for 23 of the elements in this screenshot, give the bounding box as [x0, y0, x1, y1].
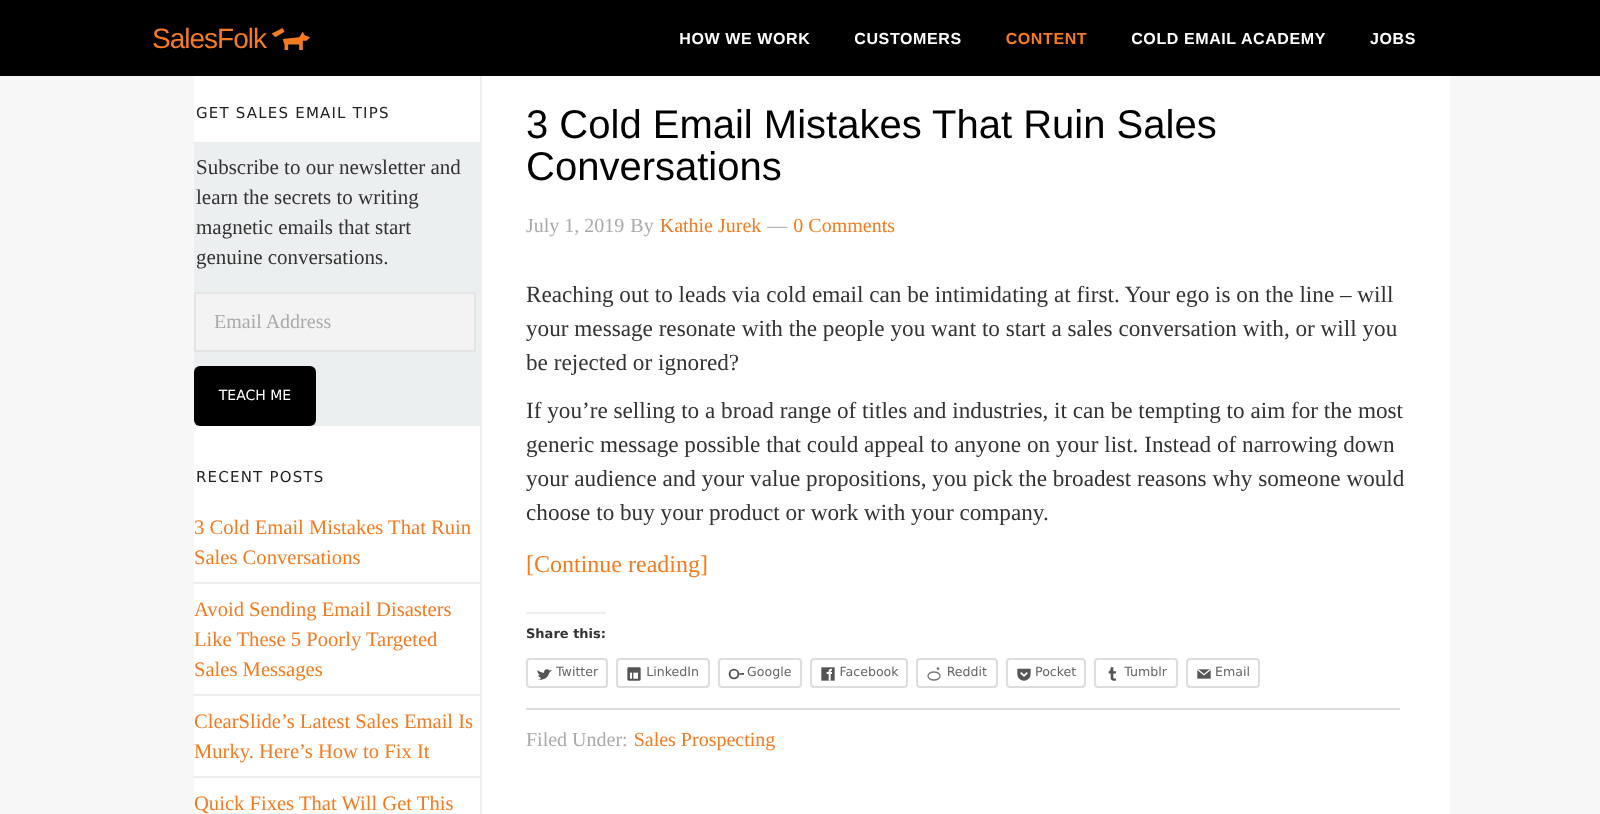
- nav-link[interactable]: COLD EMAIL ACADEMY: [1131, 29, 1326, 47]
- letter-t-icon: [1104, 665, 1121, 681]
- post-paragraph: If you’re selling to a broad range of titles and industries, it can be tempting to aim for the most generic message possible that could appeal to anyone on your list. Instead of narrowing down your audience and your value propositions, you pick the broadest reasons why someone would choose to buy your product or work with your company.: [526, 396, 1406, 530]
- nav-link[interactable]: CONTENT: [1005, 29, 1088, 47]
- g-plus-icon: [727, 665, 743, 681]
- bird-icon: [536, 665, 552, 681]
- nav-link[interactable]: JOBS: [1370, 29, 1416, 47]
- fox-icon: [267, 25, 312, 51]
- nav-link[interactable]: CUSTOMERS: [854, 29, 962, 47]
- post-date: July 1, 2019: [526, 216, 625, 238]
- envelope-icon: [1195, 665, 1212, 681]
- post-paragraph: Reaching out to leads via cold email can be intimidating at first. Your ego is on the line – will your message resonate with the people you want to start a sales conversation with, or will you be rejected or ignored?: [526, 280, 1400, 380]
- separator-dash: —: [767, 216, 788, 238]
- nav-link[interactable]: HOW WE WORK: [679, 29, 811, 47]
- signup-text: Subscribe to our newsletter and learn the secrets to writing magnetic emails that start genuine conversations.: [196, 156, 463, 274]
- pocket-icon: [1015, 665, 1031, 681]
- filed-under-label: Filed Under:: [526, 730, 628, 752]
- logo-text[interactable]: SalesFolk: [152, 22, 266, 54]
- linkedin-icon: [626, 665, 643, 681]
- email-field[interactable]: Email Address: [194, 292, 476, 352]
- facebook-icon: [819, 665, 836, 681]
- byline-label: By: [630, 216, 654, 238]
- post-title[interactable]: 3 Cold Email Mistakes That Ruin Sales Conversations: [526, 106, 1406, 190]
